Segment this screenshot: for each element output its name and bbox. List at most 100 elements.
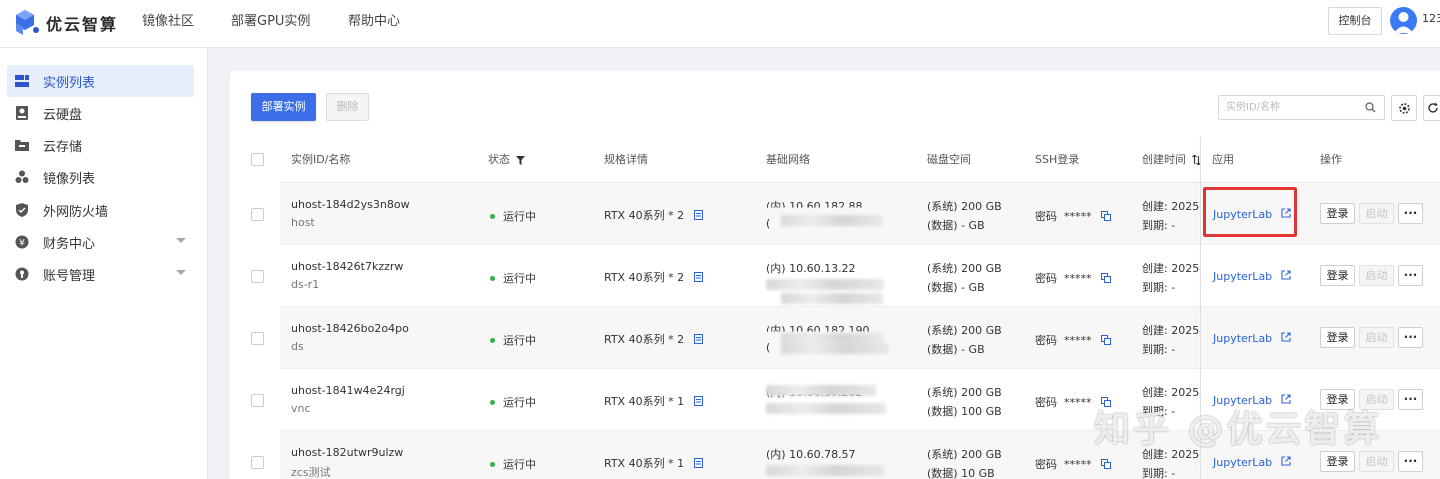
sidebar-item-image-list[interactable]: 镜像列表 [7, 161, 194, 193]
status-dot [490, 337, 495, 343]
row-checkbox[interactable] [251, 332, 264, 345]
start-button[interactable]: 启动 [1359, 203, 1394, 224]
col-header-created[interactable]: 创建时间 [1142, 151, 1201, 167]
jupyterlab-link[interactable]: JupyterLab [1213, 332, 1291, 345]
disk-data: (数据) - GB [927, 219, 985, 232]
disk-icon [15, 106, 29, 120]
app-link-text[interactable]: JupyterLab [1213, 270, 1272, 283]
login-button[interactable]: 登录 [1320, 265, 1355, 286]
gear-icon [1398, 102, 1410, 114]
search-icon[interactable] [1365, 102, 1376, 116]
ssh-label: 密码 [1035, 272, 1057, 285]
expire-time: 到期: - [1142, 343, 1176, 356]
detail-doc-icon[interactable] [693, 272, 703, 282]
copy-icon[interactable] [1101, 273, 1111, 283]
row-checkbox[interactable] [251, 270, 264, 283]
nav-image-community[interactable]: 镜像社区 [142, 0, 194, 48]
top-bar: 优云智算 镜像社区 部署GPU实例 帮助中心 控制台 123 [0, 0, 1440, 48]
detail-doc-icon[interactable] [693, 458, 703, 468]
spec-detail: RTX 40系列 * 1 [604, 455, 703, 471]
nav-help-center[interactable]: 帮助中心 [348, 0, 400, 48]
spec-text: RTX 40系列 * 2 [604, 271, 685, 284]
chevron-down-icon[interactable] [176, 238, 186, 243]
external-link-icon[interactable] [1281, 270, 1291, 280]
created-time: 创建: 2025-0 [1142, 262, 1200, 275]
filter-icon[interactable] [515, 155, 525, 165]
brand-logo[interactable]: 优云智算 [10, 7, 118, 39]
more-actions-button[interactable]: ... [1398, 203, 1423, 224]
detail-doc-icon[interactable] [693, 210, 703, 220]
nav-deploy-gpu[interactable]: 部署GPU实例 [231, 0, 310, 48]
sidebar-item-instance-list[interactable]: 实例列表 [7, 65, 194, 97]
row-checkbox[interactable] [251, 456, 264, 469]
external-link-icon[interactable] [1281, 456, 1291, 466]
instance-name: ds-r1 [291, 278, 320, 291]
sidebar-item-cloud-disk[interactable]: 云硬盘 [7, 97, 194, 129]
chevron-down-icon[interactable] [176, 270, 186, 275]
search-input[interactable] [1219, 96, 1359, 119]
sidebar-item-finance[interactable]: ¥ 财务中心 [7, 226, 194, 258]
ssh-login: 密码 ***** [1035, 270, 1111, 286]
col-header-status[interactable]: 状态 [488, 151, 525, 167]
settings-button[interactable] [1391, 95, 1417, 121]
more-actions-button[interactable]: ... [1398, 265, 1423, 286]
instance-id[interactable]: uhost-18426bo2o4po [291, 322, 409, 335]
col-header-ssh: SSH登录 [1035, 153, 1080, 166]
jupyterlab-link[interactable]: JupyterLab [1213, 456, 1291, 469]
row-checkbox[interactable] [251, 208, 264, 221]
col-header-app: 应用 [1212, 153, 1234, 166]
instance-name: host [291, 216, 315, 229]
user-name[interactable]: 123 [1422, 12, 1440, 25]
start-button[interactable]: 启动 [1359, 327, 1394, 348]
more-actions-button[interactable]: ... [1398, 389, 1423, 410]
internal-ip: (内) 10.60.13.22 [766, 262, 856, 275]
ssh-password: ***** [1064, 458, 1092, 471]
col-header-id: 实例ID/名称 [291, 153, 351, 166]
instance-id[interactable]: uhost-182utwr9ulzw [291, 446, 403, 459]
jupyterlab-link[interactable]: JupyterLab [1213, 270, 1291, 283]
more-actions-button[interactable]: ... [1398, 327, 1423, 348]
copy-icon[interactable] [1101, 459, 1111, 469]
sidebar-item-firewall[interactable]: 外网防火墙 [7, 194, 194, 226]
col-header-actions: 操作 [1320, 153, 1342, 166]
col-header-status-label: 状态 [488, 153, 510, 166]
app-link-text[interactable]: JupyterLab [1213, 456, 1272, 469]
copy-icon[interactable] [1101, 335, 1111, 345]
avatar[interactable] [1390, 7, 1417, 34]
sidebar-item-label: 云硬盘 [43, 107, 83, 123]
app-link-text[interactable]: JupyterLab [1213, 332, 1272, 345]
sidebar-item-account[interactable]: 账号管理 [7, 258, 194, 290]
ssh-login: 密码 ***** [1035, 332, 1111, 348]
sidebar-item-cloud-storage[interactable]: 云存储 [7, 129, 194, 161]
more-actions-button[interactable]: ... [1398, 451, 1423, 472]
instance-name: zcs测试 [291, 466, 331, 479]
login-button[interactable]: 登录 [1320, 327, 1355, 348]
ssh-password: ***** [1064, 272, 1092, 285]
instance-name: ds [291, 340, 304, 353]
copy-icon[interactable] [1101, 211, 1111, 221]
external-link-icon[interactable] [1281, 332, 1291, 342]
ssh-password: ***** [1064, 334, 1092, 347]
created-time: 创建: 2025-0 [1142, 324, 1200, 337]
instance-id[interactable]: uhost-18426t7kzzrw [291, 260, 403, 273]
detail-doc-icon[interactable] [693, 396, 703, 406]
refresh-button[interactable] [1423, 95, 1440, 121]
login-button[interactable]: 登录 [1320, 451, 1355, 472]
start-button[interactable]: 启动 [1359, 451, 1394, 472]
status-badge: 运行中 [490, 270, 536, 286]
col-header-disk: 磁盘空间 [927, 153, 971, 166]
spec-text: RTX 40系列 * 2 [604, 333, 685, 346]
start-button[interactable]: 启动 [1359, 265, 1394, 286]
ssh-label: 密码 [1035, 334, 1057, 347]
select-all-checkbox[interactable] [251, 153, 264, 166]
redacted-ip [766, 385, 876, 396]
deploy-instance-button[interactable]: 部署实例 [251, 93, 316, 121]
login-button[interactable]: 登录 [1320, 203, 1355, 224]
instance-id[interactable]: uhost-184d2ys3n8ow [291, 198, 410, 211]
instance-id[interactable]: uhost-1841w4e24rgj [291, 384, 405, 397]
detail-doc-icon[interactable] [693, 334, 703, 344]
delete-button[interactable]: 删除 [326, 93, 369, 121]
col-header-network: 基础网络 [766, 153, 810, 166]
console-button[interactable]: 控制台 [1328, 7, 1382, 35]
row-checkbox[interactable] [251, 394, 264, 407]
